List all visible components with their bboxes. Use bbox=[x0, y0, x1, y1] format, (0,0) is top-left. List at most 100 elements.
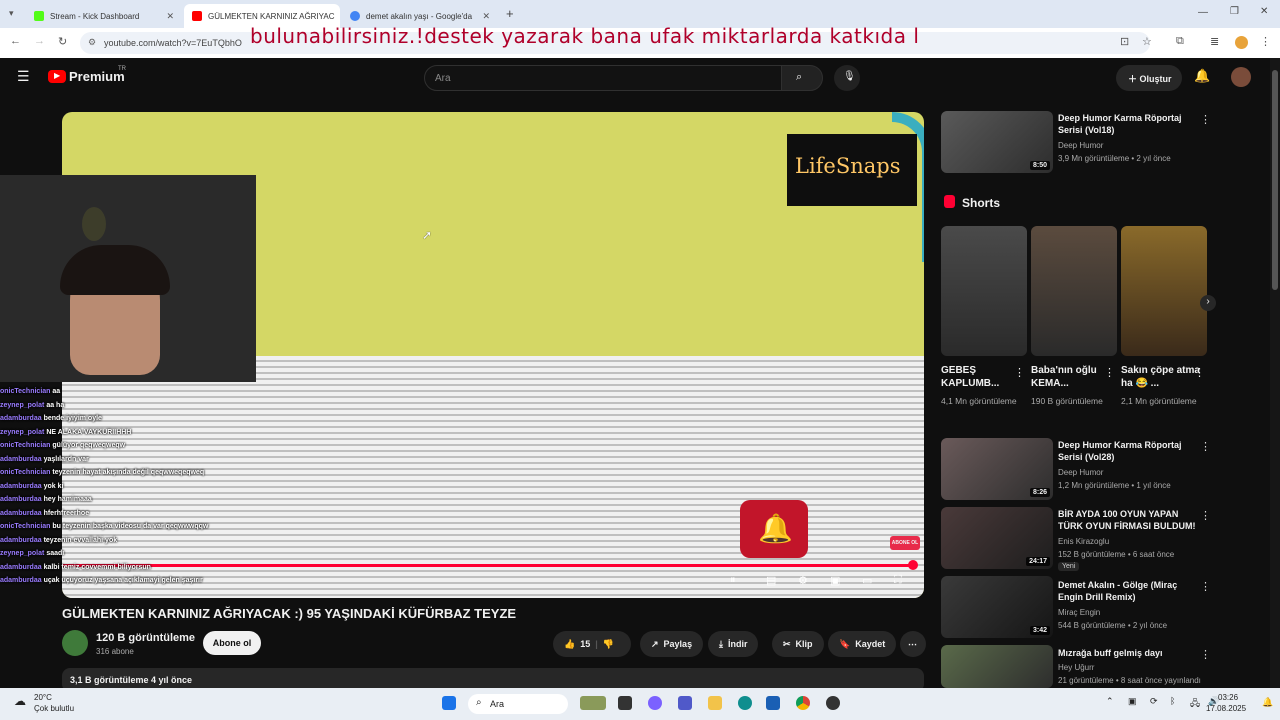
share-button[interactable]: ↗ Paylaş bbox=[640, 631, 704, 657]
rec-channel[interactable]: Deep Humor bbox=[1058, 140, 1103, 152]
rec-channel[interactable]: Hey Uğurr bbox=[1058, 662, 1094, 674]
minimize-icon[interactable]: — bbox=[1198, 7, 1208, 18]
close-icon[interactable]: ✕ bbox=[482, 11, 490, 22]
miniplayer-icon[interactable]: ▣ bbox=[830, 574, 840, 587]
install-app-icon[interactable]: ⊡ bbox=[1120, 35, 1129, 48]
notification-center-icon[interactable]: 🔔 bbox=[1262, 697, 1273, 708]
thumbs-down-icon[interactable]: 👎 bbox=[603, 639, 614, 650]
more-vertical-icon[interactable]: ⋮ bbox=[1104, 366, 1115, 379]
subscribe-button[interactable]: Abone ol bbox=[203, 631, 261, 655]
widgets-icon[interactable] bbox=[580, 696, 606, 710]
show-hidden-icons-icon[interactable]: ⌃ bbox=[1106, 696, 1114, 707]
scrollbar-thumb[interactable] bbox=[1272, 70, 1278, 290]
rec-channel[interactable]: Enis Kirazoglu bbox=[1058, 536, 1109, 548]
rec-title[interactable]: Deep Humor Karma Röportaj Serisi (Vol18) bbox=[1058, 112, 1198, 136]
site-info-icon[interactable]: ⚙ bbox=[88, 37, 96, 48]
short-title[interactable]: Sakın çöpe atma ha 😂 ... bbox=[1121, 364, 1201, 390]
progress-scrubber[interactable] bbox=[907, 560, 918, 570]
tab-kick-dashboard[interactable]: Stream - Kick Dashboard ✕ bbox=[26, 4, 182, 28]
teams-icon[interactable] bbox=[678, 696, 692, 710]
close-icon[interactable]: ✕ bbox=[166, 11, 174, 22]
youtube-premium-logo[interactable]: Premium bbox=[69, 69, 125, 84]
chrome-icon[interactable] bbox=[796, 696, 810, 710]
task-view-icon[interactable] bbox=[618, 696, 632, 710]
more-vertical-icon[interactable]: ⋮ bbox=[1200, 113, 1211, 126]
chat-message: adamburdaa kalbi temiz covvemmi biliyors… bbox=[0, 563, 151, 571]
save-button[interactable]: 🔖 Kaydet bbox=[828, 631, 897, 657]
notifications-bell-icon[interactable]: 🔔 bbox=[1194, 68, 1210, 84]
more-vertical-icon[interactable]: ⋮ bbox=[1200, 648, 1211, 661]
close-window-icon[interactable]: ✕ bbox=[1260, 6, 1268, 17]
hamburger-menu-icon[interactable]: ☰ bbox=[17, 68, 30, 85]
extensions-icon[interactable]: ⧉ bbox=[1176, 35, 1184, 48]
chat-message: onicTechnician aa bbox=[0, 388, 61, 395]
chevron-right-icon[interactable]: › bbox=[1200, 295, 1216, 311]
account-avatar[interactable] bbox=[1231, 67, 1251, 87]
theater-mode-icon[interactable]: ▭ bbox=[862, 574, 872, 587]
fullscreen-icon[interactable]: ⛶ bbox=[894, 574, 902, 587]
subtitles-icon[interactable]: ▤ bbox=[766, 574, 776, 587]
search-button[interactable]: ⌕ bbox=[781, 65, 823, 91]
forward-icon[interactable]: → bbox=[34, 35, 45, 47]
clock-time[interactable]: 03:26 bbox=[1218, 693, 1238, 702]
short-thumbnail[interactable] bbox=[941, 226, 1027, 356]
short-title[interactable]: GEBEŞ KAPLUMB... bbox=[941, 364, 1021, 390]
clock-date[interactable]: 17.08.2025 bbox=[1206, 704, 1246, 713]
short-title[interactable]: Baba'nın oğlu KEMA... bbox=[1031, 364, 1111, 390]
bookmark-star-icon[interactable]: ☆ bbox=[1142, 35, 1152, 48]
rec-thumbnail[interactable]: 3:42 bbox=[941, 576, 1053, 638]
short-thumbnail[interactable] bbox=[1121, 226, 1207, 356]
search-input[interactable]: Ara bbox=[424, 65, 782, 91]
rec-title[interactable]: BİR AYDA 100 OYUN YAPAN TÜRK OYUN FİRMAS… bbox=[1058, 508, 1198, 532]
voice-search-button[interactable]: 🎙 bbox=[834, 65, 860, 91]
create-button[interactable]: ＋ Oluştur bbox=[1116, 65, 1182, 91]
reload-icon[interactable]: ↻ bbox=[58, 35, 67, 48]
more-actions-button[interactable]: ⋯ bbox=[900, 631, 926, 657]
back-icon[interactable]: ← bbox=[10, 35, 21, 47]
rec-channel[interactable]: Deep Humor bbox=[1058, 467, 1103, 479]
more-vertical-icon[interactable]: ⋮ bbox=[1194, 366, 1205, 379]
clip-button[interactable]: ✂ Klip bbox=[772, 631, 824, 657]
bluetooth-icon[interactable]: ᛒ bbox=[1170, 696, 1175, 706]
rec-thumbnail[interactable]: 8:26 bbox=[941, 438, 1053, 500]
rec-channel[interactable]: Miraç Engin bbox=[1058, 607, 1100, 619]
copilot-icon[interactable] bbox=[648, 696, 662, 710]
download-button[interactable]: ⤓ İndir bbox=[708, 631, 759, 657]
thumbs-up-icon[interactable]: 👍 bbox=[564, 639, 575, 650]
more-vertical-icon[interactable]: ⋮ bbox=[1200, 580, 1211, 593]
settings-gear-icon[interactable]: ⚙ bbox=[798, 574, 808, 587]
rec-title[interactable]: Demet Akalın - Gölge (Miraç Engin Drill … bbox=[1058, 579, 1198, 603]
rec-thumbnail[interactable] bbox=[941, 645, 1053, 688]
more-vertical-icon[interactable]: ⋮ bbox=[1014, 366, 1025, 379]
file-explorer-icon[interactable] bbox=[708, 696, 722, 710]
restore-icon[interactable]: ❐ bbox=[1230, 6, 1239, 17]
like-count[interactable]: 15 bbox=[580, 639, 590, 649]
channel-name[interactable]: 120 B görüntüleme bbox=[96, 632, 195, 644]
taskbar-search[interactable]: ⌕ Ara bbox=[468, 694, 568, 714]
short-thumbnail[interactable] bbox=[1031, 226, 1117, 356]
youtube-logo-icon[interactable]: ▶ bbox=[48, 70, 66, 83]
weather-description[interactable]: Çok bulutlu bbox=[34, 704, 74, 713]
weather-temperature[interactable]: 20°C bbox=[34, 693, 52, 702]
more-vertical-icon[interactable]: ⋮ bbox=[1200, 440, 1211, 453]
edge-browser-icon[interactable] bbox=[738, 696, 752, 710]
rec-thumbnail[interactable]: 24:17 bbox=[941, 507, 1053, 569]
rec-thumbnail[interactable]: 8:50 bbox=[941, 111, 1053, 173]
rec-title[interactable]: Deep Humor Karma Röportaj Serisi (Vol28) bbox=[1058, 439, 1198, 463]
network-icon[interactable]: 🖧 bbox=[1190, 696, 1200, 712]
autoplay-toggle-icon[interactable]: ⏸ bbox=[730, 574, 736, 587]
weather-icon[interactable]: ☁ bbox=[14, 694, 26, 708]
microsoft-store-icon[interactable] bbox=[766, 696, 780, 710]
tab-list-icon[interactable]: ▾ bbox=[9, 8, 14, 19]
obs-icon[interactable] bbox=[826, 696, 840, 710]
rec-title[interactable]: Mızrağa buff gelmiş dayı bbox=[1058, 647, 1198, 659]
profile-avatar-icon[interactable] bbox=[1235, 36, 1248, 49]
tray-sync-icon[interactable]: ⟳ bbox=[1150, 696, 1158, 707]
browser-menu-icon[interactable]: ⋮ bbox=[1260, 35, 1271, 48]
reading-list-icon[interactable]: ≣ bbox=[1210, 35, 1219, 48]
tray-app-icon[interactable]: ▣ bbox=[1128, 696, 1137, 707]
windows-start-icon[interactable] bbox=[442, 696, 456, 710]
new-tab-icon[interactable]: + bbox=[506, 6, 514, 21]
more-vertical-icon[interactable]: ⋮ bbox=[1200, 509, 1211, 522]
channel-avatar[interactable] bbox=[62, 630, 88, 656]
